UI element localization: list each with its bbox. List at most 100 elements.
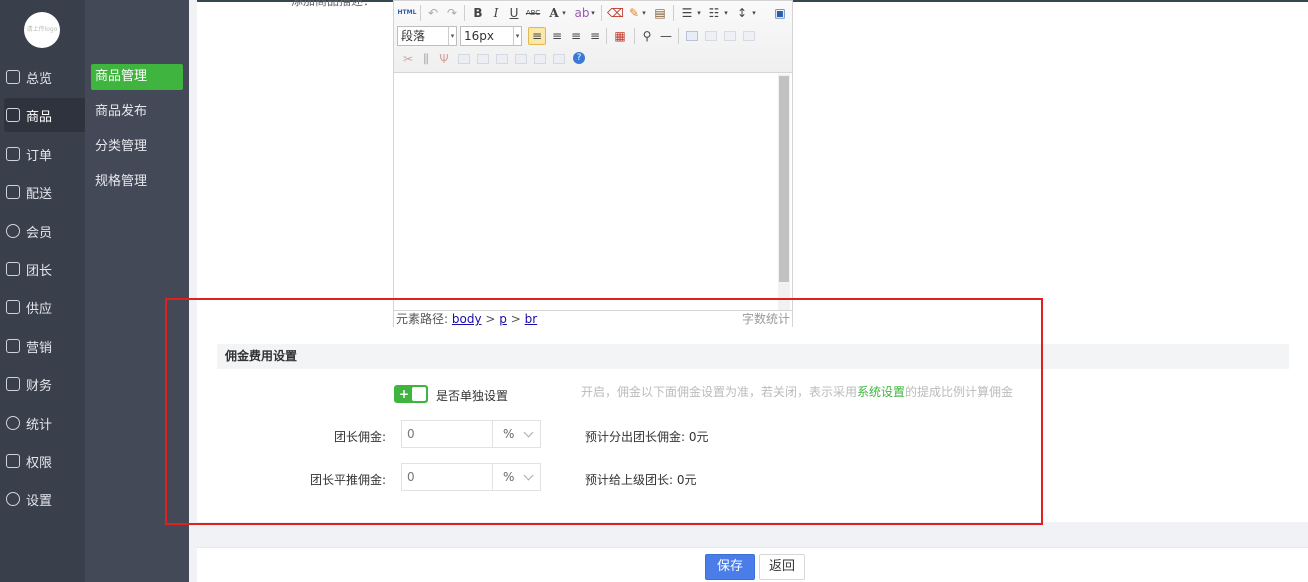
horizontal-rule-icon[interactable]: — bbox=[658, 28, 674, 44]
referral-commission-input[interactable]: 0 bbox=[407, 464, 415, 490]
nav-label: 设置 bbox=[26, 493, 53, 509]
subnav-category-manage[interactable]: 分类管理 bbox=[91, 134, 183, 160]
toolbar-separator bbox=[634, 28, 635, 44]
logo[interactable]: 请上传logo bbox=[24, 12, 60, 48]
nav-label: 订单 bbox=[26, 148, 53, 164]
editor-scrollbar[interactable] bbox=[778, 74, 790, 310]
highlight-color-icon[interactable]: ab bbox=[574, 5, 590, 21]
eraser-icon[interactable]: ⌫ bbox=[607, 5, 624, 21]
toolbar-separator bbox=[420, 5, 421, 21]
split-cells-icon[interactable] bbox=[515, 54, 527, 64]
sub-sidebar: 商品管理 商品发布 分类管理 规格管理 bbox=[85, 0, 189, 582]
nav-finance[interactable]: 财务 bbox=[0, 367, 85, 401]
nav-delivery[interactable]: 配送 bbox=[0, 175, 85, 209]
editor-body[interactable] bbox=[394, 74, 792, 310]
nav-members[interactable]: 会员 bbox=[0, 214, 85, 248]
leader-commission-field[interactable]: 0 % bbox=[401, 420, 541, 448]
scrollbar-thumb[interactable] bbox=[779, 76, 789, 282]
line-height-icon[interactable]: ↕ bbox=[734, 5, 750, 21]
merge-down-icon[interactable] bbox=[496, 54, 508, 64]
align-right-icon[interactable]: ≡ bbox=[568, 28, 584, 44]
ordered-list-icon[interactable]: ☰ bbox=[679, 5, 695, 21]
nav-goods[interactable]: 商品 bbox=[4, 98, 85, 132]
strikethrough-button[interactable]: ABC bbox=[524, 5, 542, 21]
chevron-down-icon[interactable]: ▾ bbox=[589, 5, 597, 21]
path-p-link[interactable]: p bbox=[499, 312, 507, 326]
subnav-spec-manage[interactable]: 规格管理 bbox=[91, 169, 183, 195]
toolbar-separator bbox=[464, 5, 465, 21]
underline-button[interactable]: U bbox=[506, 5, 522, 21]
delete-table-icon[interactable] bbox=[705, 31, 717, 41]
nav-leaders[interactable]: 团长 bbox=[0, 252, 85, 286]
delete-row-icon[interactable]: ✂ bbox=[400, 51, 416, 67]
delete-col-icon[interactable]: Ψ bbox=[436, 51, 452, 67]
delivery-icon bbox=[6, 185, 20, 199]
paragraph-select[interactable]: 段落 ▾ bbox=[397, 26, 457, 46]
referral-commission-field[interactable]: 0 % bbox=[401, 463, 541, 491]
toggle-knob bbox=[412, 387, 426, 401]
align-center-icon[interactable]: ≡ bbox=[549, 28, 565, 44]
nav-statistics[interactable]: 统计 bbox=[0, 406, 85, 440]
chevron-down-icon[interactable]: ▾ bbox=[640, 5, 648, 21]
chevron-down-icon[interactable]: ▾ bbox=[560, 5, 568, 21]
preview-icon[interactable]: ▣ bbox=[772, 5, 788, 21]
nav-settings[interactable]: 设置 bbox=[0, 482, 85, 516]
unordered-list-icon[interactable]: ☷ bbox=[706, 5, 722, 21]
insert-table-icon[interactable] bbox=[686, 31, 698, 41]
nav-marketing[interactable]: 营销 bbox=[0, 329, 85, 363]
path-body-link[interactable]: body bbox=[452, 312, 482, 326]
image-icon[interactable]: ▦ bbox=[612, 28, 628, 44]
chevron-down-icon bbox=[523, 427, 534, 438]
store-icon bbox=[6, 300, 20, 314]
save-button[interactable]: 保存 bbox=[705, 554, 755, 580]
insert-row-icon[interactable] bbox=[743, 31, 755, 41]
system-settings-link[interactable]: 系统设置 bbox=[857, 385, 905, 399]
separate-setting-toggle[interactable]: + bbox=[394, 385, 428, 403]
chevron-down-icon[interactable]: ▾ bbox=[722, 5, 730, 21]
search-replace-icon[interactable]: ⚲ bbox=[639, 28, 655, 44]
font-size-value: 16px bbox=[464, 29, 494, 43]
leader-unit-select[interactable]: % bbox=[492, 421, 540, 447]
split-cols-icon[interactable] bbox=[553, 54, 565, 64]
referral-unit-select[interactable]: % bbox=[492, 464, 540, 490]
align-justify-icon[interactable]: ≡ bbox=[587, 28, 603, 44]
chevron-down-icon[interactable]: ▾ bbox=[695, 5, 703, 21]
nav-permissions[interactable]: 权限 bbox=[0, 444, 85, 478]
split-rows-icon[interactable] bbox=[534, 54, 546, 64]
nav-label: 权限 bbox=[26, 455, 53, 471]
user-icon bbox=[6, 224, 20, 238]
bold-button[interactable]: B bbox=[470, 5, 486, 21]
description-label: 添加商品描述： bbox=[291, 0, 376, 8]
leader-commission-estimate: 预计分出团长佣金: 0元 bbox=[585, 430, 709, 444]
nav-orders[interactable]: 订单 bbox=[0, 137, 85, 171]
word-count: 字数统计 bbox=[741, 312, 790, 326]
italic-button[interactable]: I bbox=[488, 5, 504, 21]
chevron-down-icon: ▾ bbox=[513, 27, 521, 45]
home-icon bbox=[6, 70, 20, 84]
nav-supply[interactable]: 供应 bbox=[0, 290, 85, 324]
chevron-down-icon[interactable]: ▾ bbox=[750, 5, 758, 21]
font-size-select[interactable]: 16px ▾ bbox=[460, 26, 522, 46]
referral-commission-label: 团长平推佣金: bbox=[310, 473, 387, 487]
merge-right-icon[interactable] bbox=[477, 54, 489, 64]
editor-toolbar: HTML ↶ ↷ B I U ABC A ▾ ab ▾ ⌫ ✎ ▾ ▤ ☰ ▾ … bbox=[394, 1, 792, 73]
align-left-icon[interactable]: ≡ bbox=[528, 27, 546, 45]
paste-icon[interactable]: ▤ bbox=[652, 5, 668, 21]
help-icon[interactable]: ? bbox=[573, 52, 585, 64]
bag-icon bbox=[6, 108, 20, 122]
redo-icon[interactable]: ↷ bbox=[444, 5, 460, 21]
subnav-goods-publish[interactable]: 商品发布 bbox=[91, 99, 183, 125]
insert-col-icon[interactable]: ⫼ bbox=[418, 51, 434, 67]
leader-commission-input[interactable]: 0 bbox=[407, 421, 415, 447]
path-br-link[interactable]: br bbox=[525, 312, 538, 326]
table-props-icon[interactable] bbox=[724, 31, 736, 41]
back-button[interactable]: 返回 bbox=[759, 554, 805, 580]
nav-label: 会员 bbox=[26, 225, 53, 241]
plus-icon: + bbox=[399, 387, 410, 401]
merge-cells-icon[interactable] bbox=[458, 54, 470, 64]
path-separator: > bbox=[510, 312, 521, 326]
undo-icon[interactable]: ↶ bbox=[425, 5, 441, 21]
html-source-button[interactable]: HTML bbox=[397, 5, 417, 21]
nav-overview[interactable]: 总览 bbox=[0, 60, 85, 94]
subnav-goods-manage[interactable]: 商品管理 bbox=[91, 64, 183, 90]
